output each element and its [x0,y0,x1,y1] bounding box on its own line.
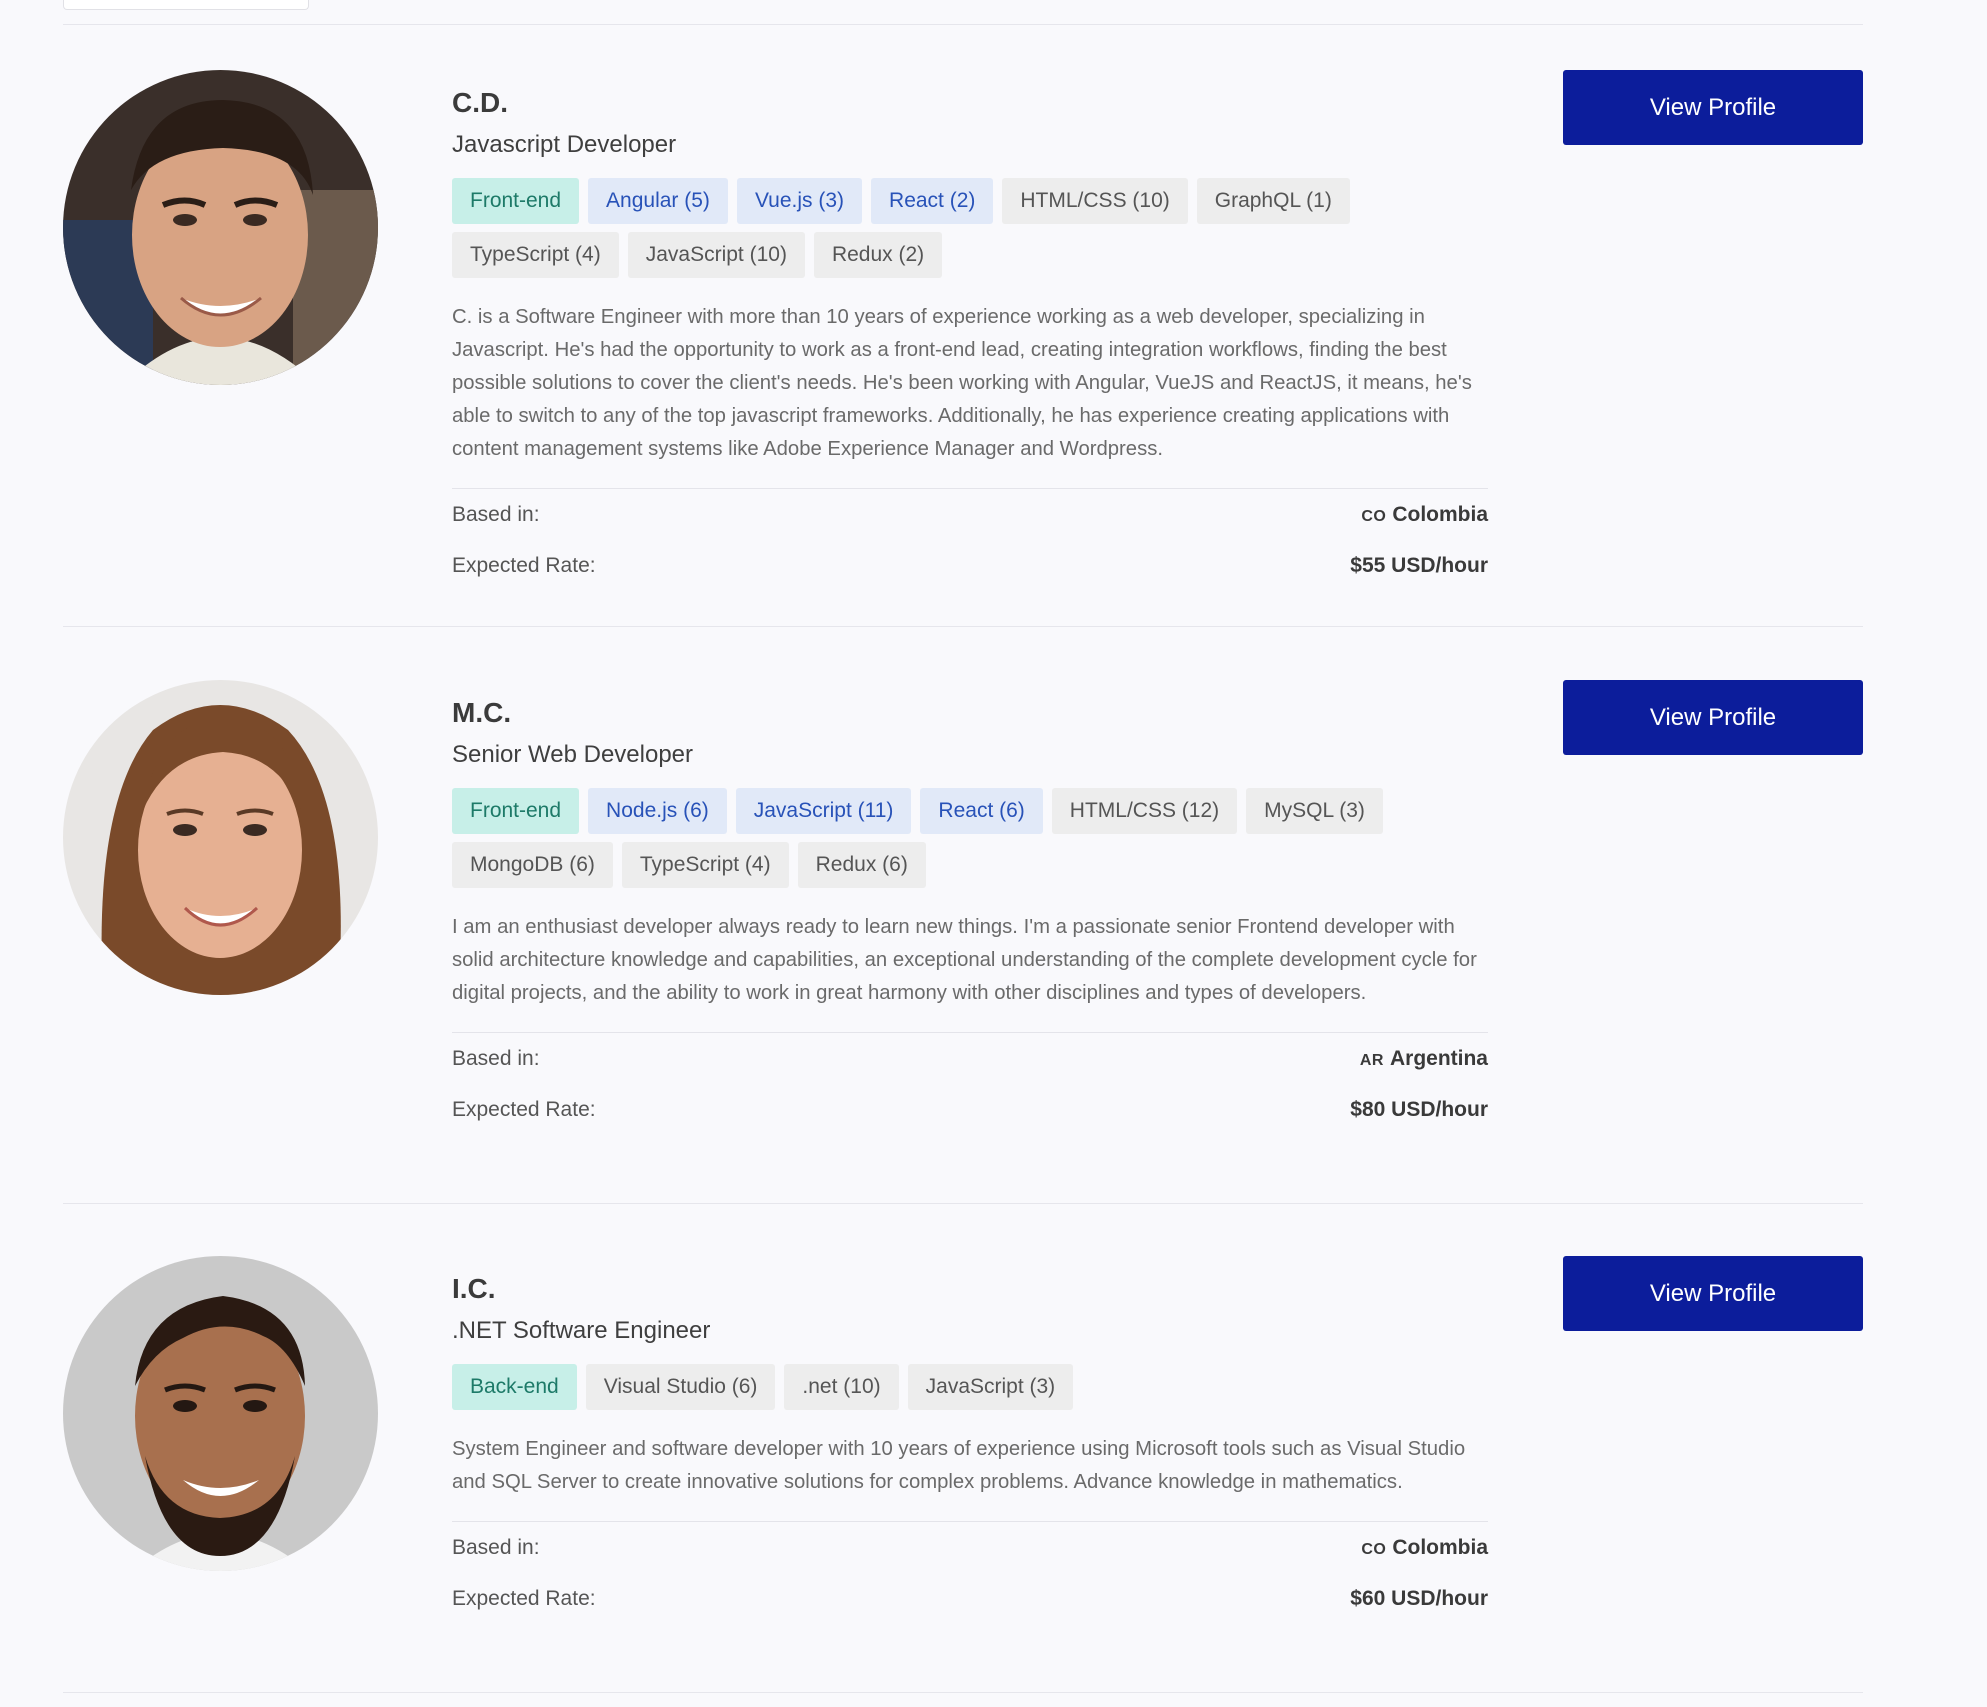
based-in-row: Based in: CO Colombia [452,1522,1488,1573]
developer-name: I.C. [452,1273,496,1304]
based-in-row: Based in: CO Colombia [452,489,1488,540]
divider [63,626,1863,627]
category-tag: Front-end [452,178,580,224]
top-panel-edge [63,0,309,10]
view-profile-button[interactable]: View Profile [1563,680,1863,755]
based-in-value: CO Colombia [1361,1536,1488,1560]
divider [63,1692,1863,1693]
developer-role: Javascript Developer [452,131,677,158]
skill-tag: GraphQL (1) [1196,178,1350,224]
developer-bio: C. is a Software Engineer with more than… [452,301,1488,489]
view-profile-button[interactable]: View Profile [1563,70,1863,145]
skill-tag: Angular (5) [588,178,728,224]
profile-content: I.C. .NET Software Engineer Back-end Visu… [452,1256,1488,1624]
based-in-row: Based in: AR Argentina [452,1033,1488,1084]
country-code: CO [1361,507,1387,525]
skill-tag: JavaScript (3) [907,1364,1074,1410]
avatar [63,1256,378,1571]
rate-value: $60 USD/hour [1350,1586,1488,1610]
based-in-label: Based in: [452,1535,540,1559]
rate-value: $55 USD/hour [1350,553,1488,577]
avatar-image [63,1256,378,1571]
developer-name: M.C. [452,697,512,728]
skill-tag: .net (10) [784,1364,899,1410]
developer-role: Senior Web Developer [452,741,694,768]
skill-tag: MongoDB (6) [452,842,613,888]
based-in-value: CO Colombia [1361,503,1488,527]
skill-tag: React (6) [920,788,1043,834]
avatar [63,680,378,995]
based-in-label: Based in: [452,502,540,526]
skill-tag: TypeScript (4) [621,842,789,888]
category-tag: Front-end [452,788,580,834]
developer-bio: System Engineer and software developer w… [452,1433,1488,1522]
developer-name: C.D. [452,87,508,118]
country-name: Colombia [1392,1535,1488,1559]
rate-row: Expected Rate: $60 USD/hour [452,1573,1488,1624]
skill-tag: HTML/CSS (10) [1002,178,1188,224]
skill-tag: Vue.js (3) [736,178,863,224]
skill-tags: Back-end Visual Studio (6) .net (10) JavaSc… [452,1364,1488,1410]
skill-tag: JavaScript (11) [735,788,912,834]
rate-row: Expected Rate: $55 USD/hour [452,540,1488,591]
skill-tag: HTML/CSS (12) [1051,788,1238,834]
avatar-image [63,680,378,995]
country-code: AR [1359,1051,1384,1069]
country-name: Colombia [1392,502,1488,526]
rate-row: Expected Rate: $80 USD/hour [452,1084,1488,1135]
skill-tag: JavaScript (10) [627,232,805,278]
skill-tag: React (2) [871,178,994,224]
profile-content: C.D. Javascript Developer Front-end Angul… [452,70,1488,591]
rate-label: Expected Rate: [452,1586,596,1610]
skill-tags: Front-end Angular (5) Vue.js (3) React (2) H… [452,178,1488,278]
rate-label: Expected Rate: [452,1097,596,1121]
skill-tag: Node.js (6) [588,788,727,834]
divider [63,1203,1863,1204]
divider [63,24,1863,25]
skill-tag: Redux (6) [797,842,926,888]
country-code: CO [1361,1540,1387,1558]
skill-tag: TypeScript (4) [452,232,619,278]
category-tag: Back-end [452,1364,577,1410]
rate-label: Expected Rate: [452,553,596,577]
developer-role: .NET Software Engineer [452,1317,711,1344]
based-in-label: Based in: [452,1046,540,1070]
profile-content: M.C. Senior Web Developer Front-end Node.… [452,680,1488,1135]
avatar-image [63,70,378,385]
view-profile-button[interactable]: View Profile [1563,1256,1863,1331]
skill-tag: Visual Studio (6) [585,1364,776,1410]
developer-bio: I am an enthusiast developer always read… [452,911,1488,1033]
skill-tag: Redux (2) [813,232,943,278]
country-name: Argentina [1389,1046,1488,1070]
skill-tags: Front-end Node.js (6) JavaScript (11) React… [452,788,1488,888]
avatar [63,70,378,385]
skill-tag: MySQL (3) [1246,788,1383,834]
rate-value: $80 USD/hour [1350,1097,1488,1121]
based-in-value: AR Argentina [1360,1047,1488,1071]
